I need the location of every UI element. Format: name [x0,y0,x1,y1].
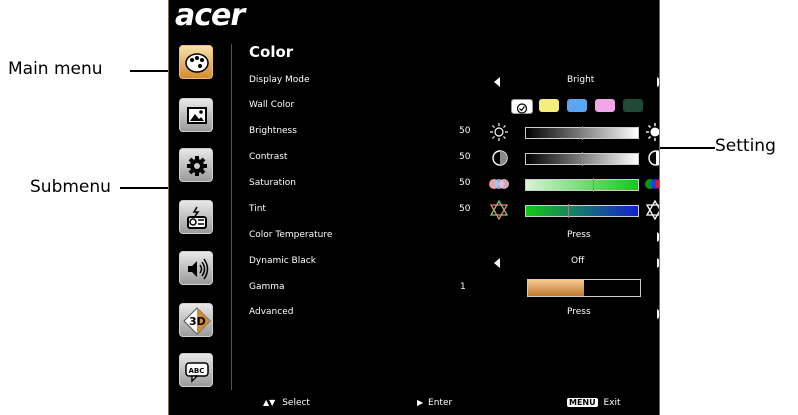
footer-enter: ▶ Enter [417,398,452,408]
wall-color-label: Wall Color [249,100,295,110]
gamma-label: Gamma [249,282,285,292]
sun-filled-icon [646,123,659,141]
tint-slider[interactable] [525,204,639,218]
main-menu-callout-line [130,70,168,72]
right-triangle-icon: ▶ [417,398,424,407]
brightness-slider[interactable] [525,126,639,140]
svg-text:ABC: ABC [189,367,205,375]
palette-icon[interactable] [179,45,213,79]
saturation-slider[interactable] [525,178,639,192]
sidebar-divider [231,44,232,390]
footer-select-label: Select [282,398,310,408]
right-arrow-icon[interactable] [657,309,659,319]
main-menu-callout: Main menu [8,59,103,79]
setting-callout-line [658,147,715,149]
brightness-label: Brightness [249,126,297,136]
dynamic-black-row[interactable]: Dynamic Black Off [249,253,659,273]
tint-low-icon [489,200,509,220]
footer-select: ▲▼ Select [263,398,310,408]
right-arrow-icon[interactable] [657,77,659,87]
advanced-value: Press [567,307,591,317]
gamma-number: 1 [460,282,466,292]
tint-number: 50 [459,204,471,214]
3d-icon[interactable]: 3D [179,303,213,337]
contrast-row[interactable]: Contrast 50 [249,149,659,169]
contrast-slider[interactable] [525,152,639,166]
submenu-callout: Submenu [30,177,111,197]
display-mode-value: Bright [567,75,595,85]
submenu-title: Color [249,43,294,61]
up-down-arrows-icon: ▲▼ [263,398,276,407]
acer-logo: acer [175,0,245,33]
display-mode-label: Display Mode [249,75,310,85]
saturation-high-icon [645,179,659,189]
left-arrow-icon[interactable] [494,77,500,87]
tint-label: Tint [249,204,266,214]
saturation-row[interactable]: Saturation 50 [249,175,659,195]
tint-high-icon [645,200,659,220]
gamma-slider-fill [528,280,584,296]
wall-color-swatch-pink[interactable] [595,99,615,112]
saturation-number: 50 [459,178,471,188]
gamma-slider[interactable] [527,279,641,297]
contrast-high-icon [648,150,659,166]
right-arrow-icon[interactable] [657,258,659,268]
advanced-label: Advanced [249,307,294,317]
saturation-slider-thumb[interactable] [593,178,594,192]
color-temperature-value: Press [567,230,591,240]
footer-enter-label: Enter [428,398,453,408]
color-temperature-label: Color Temperature [249,230,333,240]
tint-slider-thumb[interactable] [568,204,569,218]
contrast-low-icon [492,150,508,166]
contrast-number: 50 [459,152,471,162]
brightness-row[interactable]: Brightness 50 [249,123,659,143]
dynamic-black-value: Off [571,256,585,266]
right-arrow-icon[interactable] [657,232,659,242]
setting-callout: Setting [715,136,776,156]
color-temperature-row[interactable]: Color Temperature Press [249,227,659,247]
dynamic-black-label: Dynamic Black [249,256,316,266]
contrast-label: Contrast [249,152,288,162]
gamma-row[interactable]: Gamma 1 [249,279,649,299]
menu-key-icon: MENU [567,398,598,407]
sun-outline-icon [490,123,508,141]
projector-icon[interactable] [179,200,213,234]
footer-exit-label: Exit [603,398,621,408]
wall-color-swatch-yellow[interactable] [539,99,559,112]
display-mode-row[interactable]: Display Mode Bright [249,72,659,92]
wall-color-swatch-green[interactable] [623,99,643,112]
brightness-slider-thumb[interactable] [582,126,583,140]
gear-icon[interactable] [179,148,213,182]
picture-icon[interactable] [179,98,213,132]
contrast-slider-thumb[interactable] [582,152,583,166]
svg-text:3D: 3D [189,315,206,328]
wall-color-swatch-white[interactable] [511,99,533,114]
wall-color-swatch-blue[interactable] [567,99,587,112]
saturation-label: Saturation [249,178,296,188]
wall-color-row[interactable]: Wall Color [249,97,649,117]
left-arrow-icon[interactable] [494,258,500,268]
advanced-row[interactable]: Advanced Press [249,304,659,324]
tint-row[interactable]: Tint 50 [249,200,659,221]
footer-exit: MENU Exit [567,398,621,408]
brightness-number: 50 [459,126,471,136]
osd-menu: acer 3D ABC Color Display Mode Bright Wa… [168,0,660,415]
abc-bubble-icon[interactable]: ABC [179,353,213,387]
speaker-icon[interactable] [179,251,213,285]
saturation-low-icon [489,179,509,189]
